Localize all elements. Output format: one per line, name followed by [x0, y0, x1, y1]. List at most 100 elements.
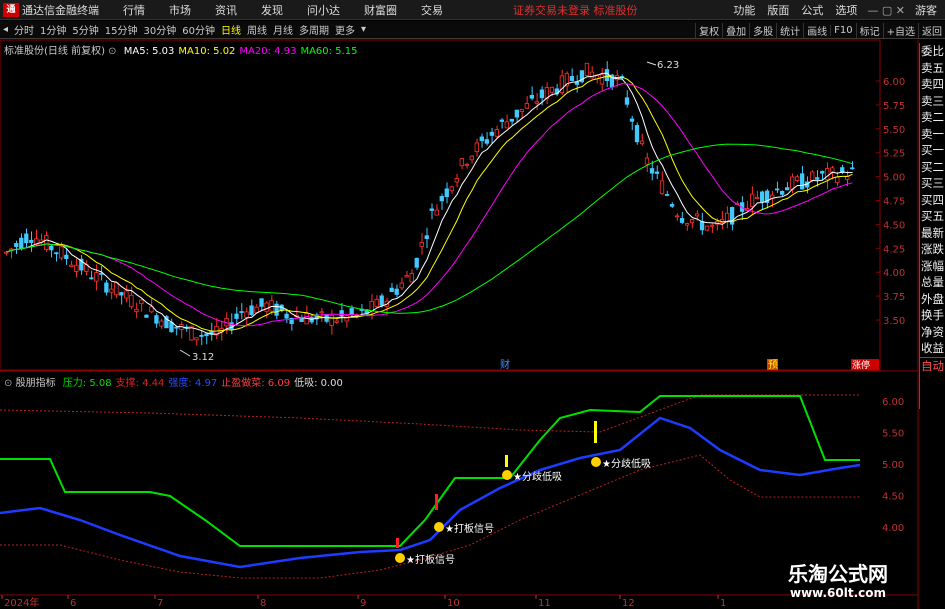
sidebar-item[interactable]: 委比 [920, 43, 945, 60]
high-pointer [646, 61, 657, 66]
candle-body [344, 315, 349, 322]
signal-label: ★打板信号 [445, 522, 494, 535]
candle-body [444, 188, 449, 198]
takeprofit-line [0, 394, 860, 433]
candle-body [634, 125, 640, 143]
candle-body [134, 308, 139, 312]
candle-body [154, 315, 159, 324]
candle-body [810, 171, 815, 181]
candle-body [830, 167, 835, 173]
sidebar-item[interactable]: 买二 [920, 159, 945, 176]
indicator-tick-label: 5.50 [882, 429, 904, 440]
indicator-tick-label: 4.00 [882, 523, 904, 534]
candle-body [679, 218, 685, 223]
sidebar-item[interactable]: 涨跌 [920, 241, 945, 258]
candle-body [119, 292, 124, 296]
x-tick-label: 6 [70, 598, 76, 609]
event-marker-cai[interactable]: 财 [500, 358, 510, 371]
candle-body [574, 81, 580, 85]
candle-body [69, 264, 74, 267]
sidebar-item[interactable]: 卖四 [920, 76, 945, 93]
sidebar-item[interactable]: 总量 [920, 274, 945, 291]
sidebar-item[interactable]: 自动 [920, 356, 945, 375]
candle-body [474, 142, 479, 153]
x-tick-label: 10 [447, 598, 460, 609]
candle-body [249, 305, 254, 315]
signal-icon[interactable] [502, 470, 512, 480]
candle-body [469, 155, 474, 161]
signal-icon[interactable] [591, 457, 601, 467]
candle-body [644, 157, 650, 165]
candle-body [820, 171, 825, 174]
candle-body [509, 118, 514, 122]
sidebar-item[interactable]: 买四 [920, 192, 945, 209]
price-tick-label: 3.50 [883, 316, 905, 327]
sidebar-item[interactable]: 卖二 [920, 109, 945, 126]
sidebar-item[interactable]: 最新 [920, 225, 945, 242]
event-marker-yu[interactable]: 预 [768, 359, 778, 371]
sidebar-item[interactable]: 外盘 [920, 291, 945, 308]
candle-body [239, 311, 244, 313]
sidebar-item[interactable]: 买五 [920, 208, 945, 225]
candle-body [599, 74, 605, 85]
candle-body [74, 264, 79, 272]
signal-icon[interactable] [434, 522, 444, 532]
sidebar-item[interactable]: 涨幅 [920, 258, 945, 275]
event-marker-zt[interactable]: 涨停 [852, 359, 870, 371]
candle-body [694, 213, 700, 217]
candle-body [775, 188, 780, 191]
candle-body [114, 282, 119, 296]
indicator-tick-label: 6.00 [882, 397, 904, 408]
sidebar-item[interactable]: 买一 [920, 142, 945, 159]
candle-body [749, 193, 755, 207]
low-price-label: 3.12 [192, 352, 214, 363]
candle-body [754, 196, 760, 199]
x-tick-label: 11 [538, 598, 551, 609]
quote-sidebar: 委比 卖五 卖四 卖三 卖二 卖一 买一 买二 买三 买四 买五 最新 涨跌 涨幅 总量 外盘 换手 净资 收益 自动 [919, 43, 945, 409]
candle-body [414, 257, 419, 268]
signal-icon[interactable] [395, 553, 405, 563]
candle-body [419, 241, 424, 247]
candle-body [654, 171, 660, 174]
candle-body [845, 176, 850, 180]
candle-body [199, 334, 204, 337]
candle-body [44, 235, 49, 250]
main-pane-frame [0, 39, 881, 371]
candle-body [724, 212, 730, 222]
x-tick-label: 1 [720, 598, 726, 609]
candle-body [299, 318, 304, 322]
candle-body [629, 118, 635, 122]
candle-body [399, 282, 404, 289]
candle-body [409, 273, 414, 283]
candle-body [639, 140, 645, 145]
sidebar-item[interactable]: 换手 [920, 307, 945, 324]
signal-label: ★分歧低吸 [602, 457, 651, 470]
candle-body [339, 310, 344, 317]
candle-body [194, 337, 199, 341]
sidebar-item[interactable]: 买三 [920, 175, 945, 192]
sidebar-item[interactable]: 收益 [920, 340, 945, 357]
candle-body [835, 176, 840, 184]
candle-body [14, 243, 19, 247]
x-tick-label: 12 [622, 598, 635, 609]
price-tick-label: 4.25 [883, 244, 905, 255]
candle-body [434, 209, 439, 216]
sidebar-item[interactable]: 卖三 [920, 93, 945, 110]
price-tick-label: 4.50 [883, 220, 905, 231]
candle-body [64, 254, 69, 260]
candle-body [689, 219, 695, 224]
watermark-title: 乐淘公式网 [788, 562, 888, 586]
candle-body [234, 313, 239, 319]
ma-line [6, 75, 853, 332]
chart-canvas[interactable]: 6.00 5.75 5.50 5.25 5.00 4.75 4.50 4.25 4.00 3.75… [0, 0, 945, 609]
candle-body [349, 308, 354, 315]
sidebar-item[interactable]: 卖五 [920, 60, 945, 77]
candle-body [244, 311, 249, 318]
candle-body [659, 180, 665, 195]
candle-body [19, 237, 24, 249]
candle-body [284, 313, 289, 319]
indicator-tick-label: 5.00 [882, 460, 904, 471]
candle-body [89, 277, 94, 280]
sidebar-item[interactable]: 卖一 [920, 126, 945, 143]
sidebar-item[interactable]: 净资 [920, 324, 945, 341]
